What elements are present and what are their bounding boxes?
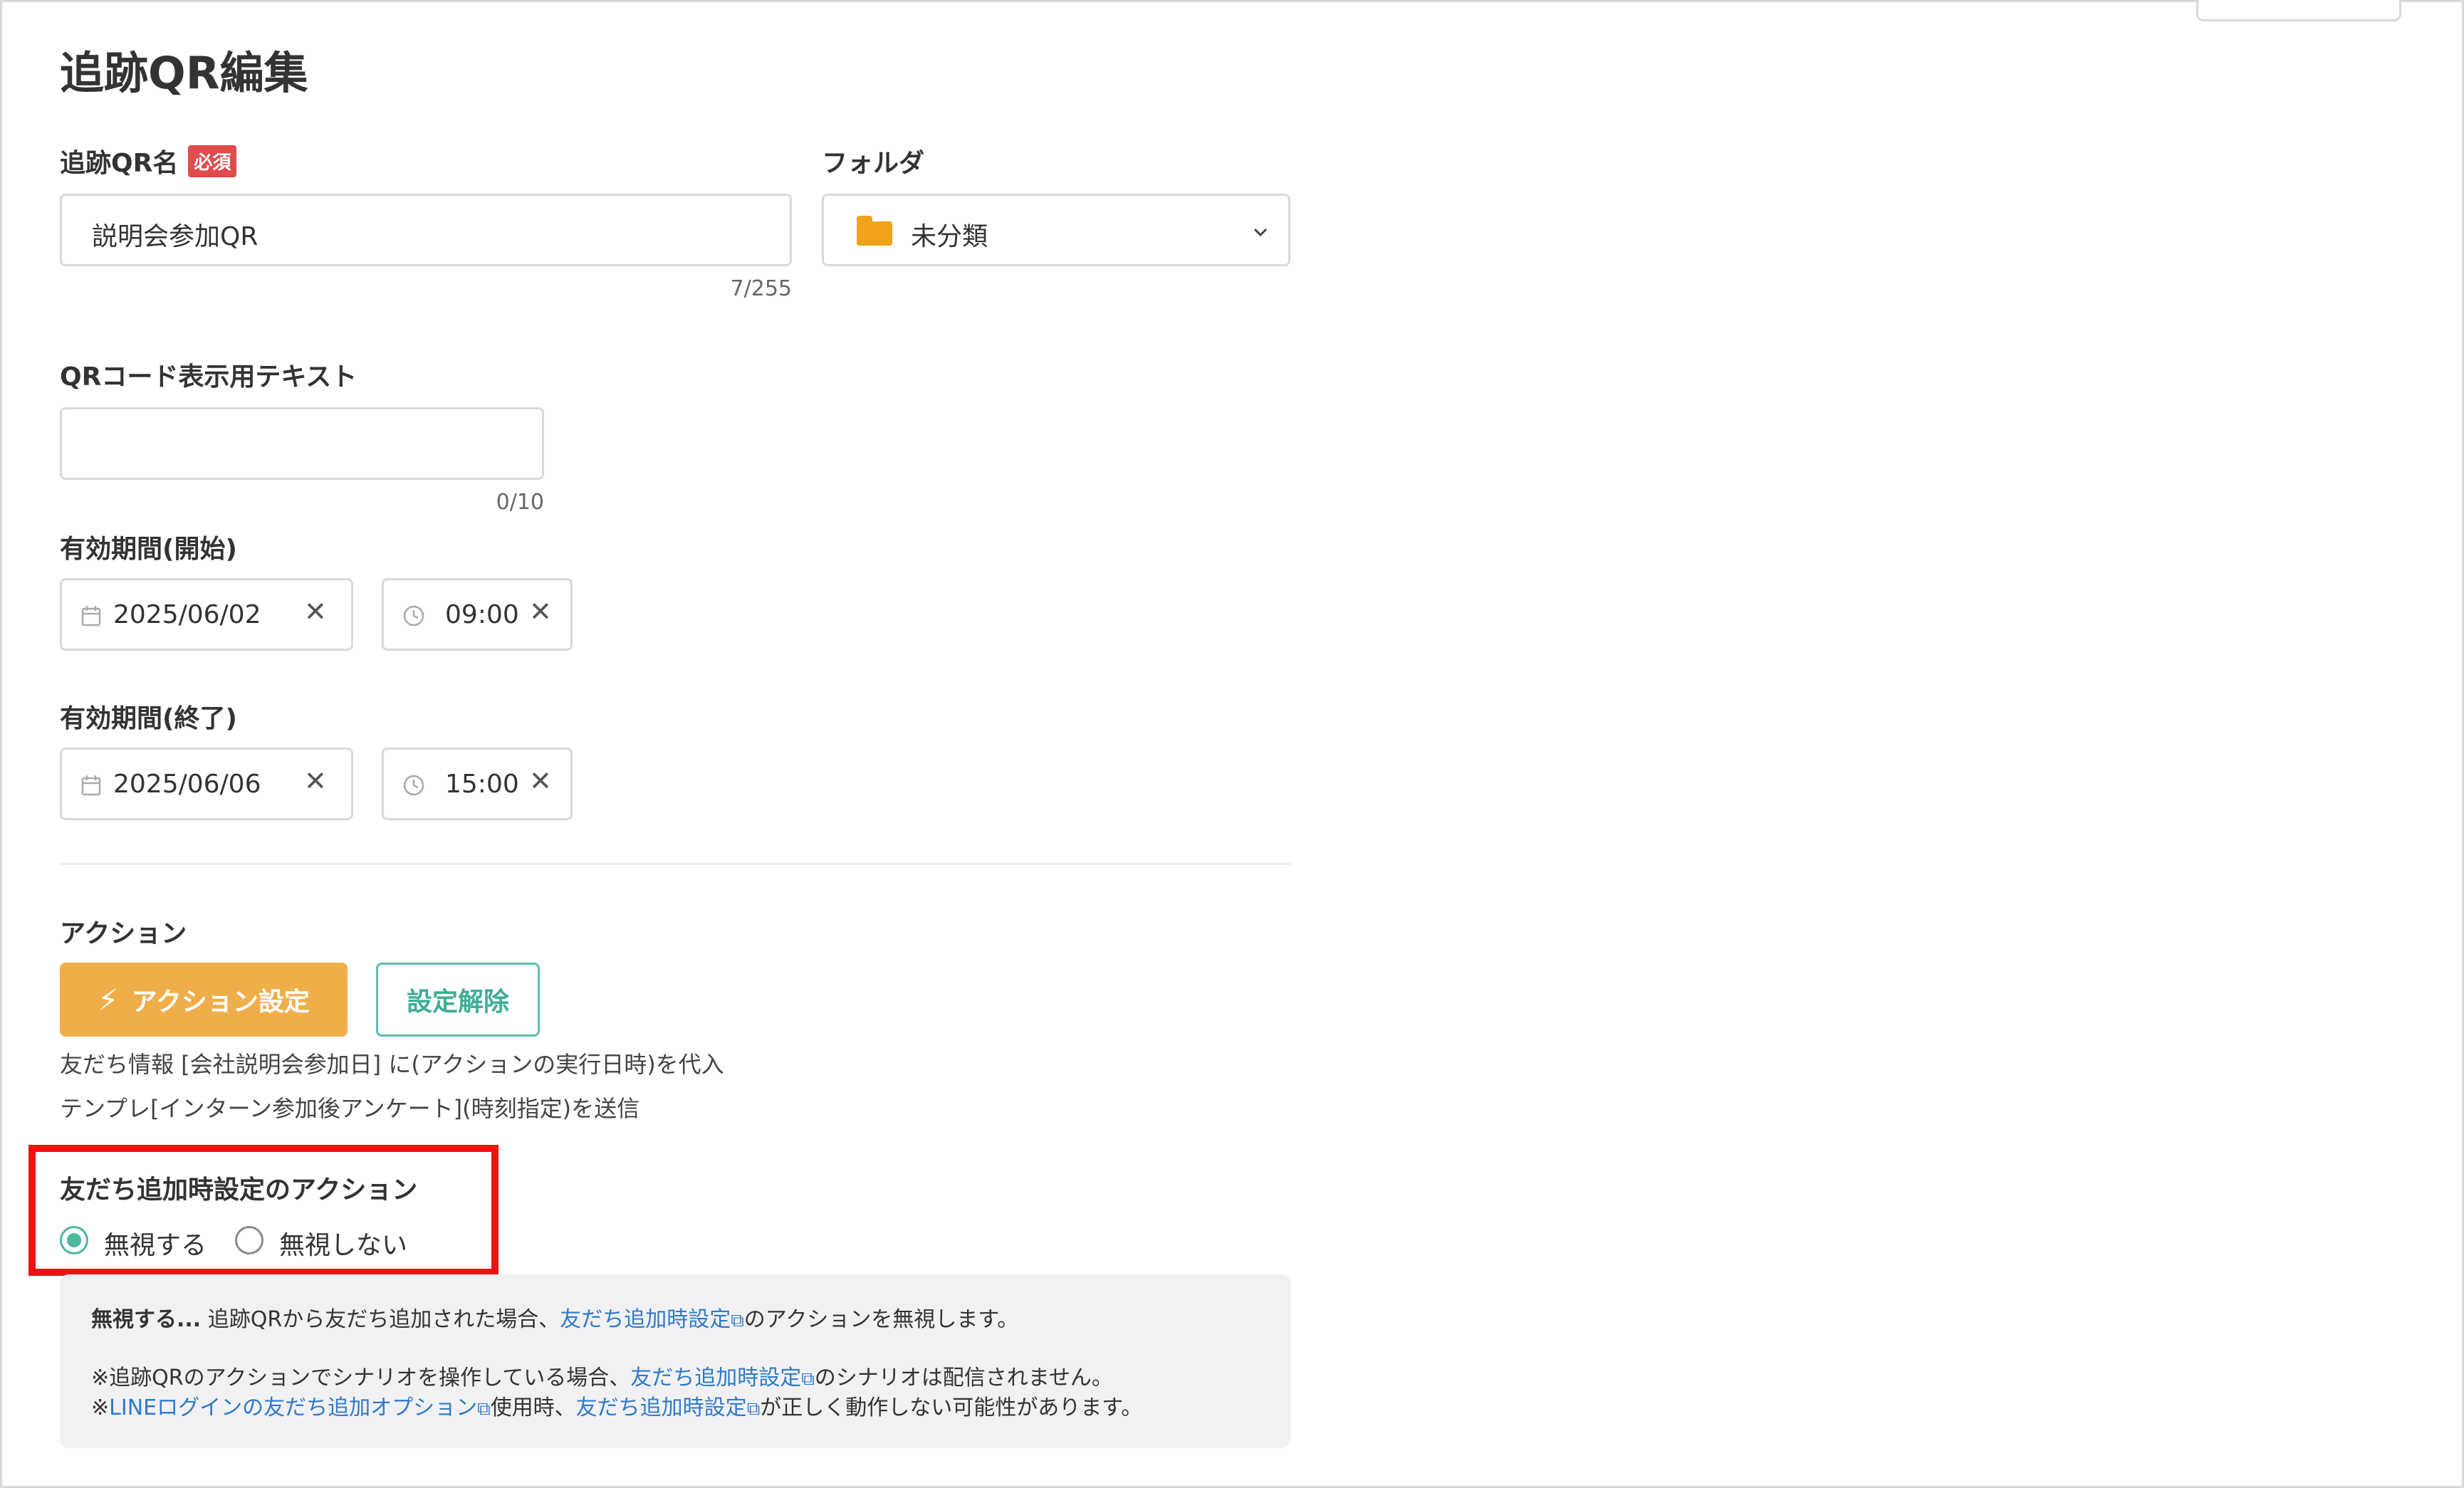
- end-date-value: 2025/06/06: [113, 770, 261, 799]
- period-start-label: 有効期間(開始): [60, 535, 237, 564]
- note-line-3-pre: ※: [91, 1395, 110, 1420]
- qr-name-value: 説明会参加QR: [92, 222, 259, 251]
- external-link-icon: ⧉: [801, 1368, 815, 1390]
- end-time-value: 15:00: [445, 770, 519, 799]
- qr-name-counter: 7/255: [730, 276, 792, 301]
- radio-button-selected[interactable]: [60, 1226, 88, 1254]
- note-line-2-pre: ※追跡QRのアクションでシナリオを操作している場合、: [91, 1366, 631, 1390]
- note-line-2-post: のシナリオは配信されません。: [814, 1366, 1113, 1390]
- note-line-3-post: が正しく動作しない可能性があります。: [760, 1395, 1143, 1420]
- friend-add-action-label: 友だち追加時設定のアクション: [60, 1175, 418, 1205]
- clear-icon[interactable]: ✕: [529, 765, 552, 797]
- clear-icon[interactable]: ✕: [304, 765, 327, 797]
- external-link-icon: ⧉: [746, 1398, 761, 1420]
- action-description-1: 友だち情報 [会社説明会参加日] に(アクションの実行日時)を代入: [60, 1051, 724, 1078]
- clock-icon: [403, 605, 424, 627]
- calendar-icon: [81, 775, 101, 796]
- note-line-1-post: のアクションを無視します。: [743, 1307, 1019, 1332]
- display-text-input[interactable]: [60, 407, 544, 480]
- qr-name-input[interactable]: 説明会参加QR: [60, 194, 792, 266]
- action-label: アクション: [60, 919, 187, 948]
- folder-icon: [857, 216, 892, 246]
- external-link-icon: ⧉: [731, 1310, 744, 1331]
- top-right-button-stub[interactable]: [2196, 0, 2401, 21]
- folder-select[interactable]: 未分類: [822, 194, 1290, 266]
- note-line-2: ※追跡QRのアクションでシナリオを操作している場合、友だち追加時設定⧉のシナリオ…: [91, 1360, 1113, 1391]
- folder-label: フォルダ: [822, 149, 925, 178]
- radio-option-not-ignore[interactable]: 無視しない: [235, 1225, 449, 1260]
- radio-option-ignore[interactable]: 無視する: [60, 1225, 259, 1260]
- note-line-3-mid: 使用時、: [490, 1395, 576, 1420]
- period-end-label: 有効期間(終了): [60, 704, 237, 733]
- clear-settings-button[interactable]: 設定解除: [376, 963, 540, 1037]
- start-time-value: 09:00: [445, 600, 519, 629]
- folder-value: 未分類: [911, 222, 988, 251]
- end-date-picker[interactable]: 2025/06/06 ✕: [60, 748, 353, 820]
- friend-add-settings-link[interactable]: 友だち追加時設定: [576, 1395, 747, 1420]
- friend-add-settings-link[interactable]: 友だち追加時設定: [630, 1366, 801, 1390]
- line-login-option-link[interactable]: LINEログインの友だち追加オプション: [109, 1395, 477, 1420]
- start-date-value: 2025/06/02: [113, 600, 261, 629]
- radio-label-ignore: 無視する: [104, 1231, 207, 1260]
- lightning-icon: ⚡: [98, 982, 119, 1017]
- display-text-counter: 0/10: [496, 490, 544, 515]
- action-settings-button[interactable]: ⚡ アクション設定: [60, 963, 348, 1037]
- clear-icon[interactable]: ✕: [304, 596, 327, 627]
- calendar-icon: [81, 606, 101, 627]
- note-line-1: 無視する... 追跡QRから友だち追加された場合、友だち追加時設定⧉のアクション…: [91, 1301, 1018, 1333]
- qr-name-label-text: 追跡QR名: [60, 149, 179, 178]
- required-badge: 必須: [188, 145, 237, 177]
- start-time-picker[interactable]: 09:00 ✕: [382, 578, 573, 651]
- note-line-3: ※LINEログインの友だち追加オプション⧉使用時、友だち追加時設定⧉が正しく動作…: [91, 1390, 1142, 1421]
- clock-icon: [403, 775, 424, 796]
- section-divider: [60, 863, 1290, 865]
- action-settings-button-label: アクション設定: [131, 987, 310, 1017]
- page-title: 追跡QR編集: [60, 47, 308, 99]
- start-date-picker[interactable]: 2025/06/02 ✕: [60, 578, 353, 651]
- radio-button-unselected[interactable]: [235, 1226, 263, 1254]
- radio-label-not-ignore: 無視しない: [279, 1231, 408, 1260]
- clear-settings-button-label: 設定解除: [406, 987, 509, 1017]
- action-description-2: テンプレ[インターン参加後アンケート](時刻指定)を送信: [60, 1095, 640, 1122]
- display-text-label: QRコード表示用テキスト: [60, 362, 357, 392]
- friend-add-settings-link[interactable]: 友だち追加時設定: [560, 1307, 731, 1332]
- note-line-1-pre: 追跡QRから友だち追加された場合、: [201, 1307, 560, 1332]
- clear-icon[interactable]: ✕: [529, 596, 552, 627]
- chevron-down-icon: [1253, 228, 1268, 237]
- info-note-box: 無視する... 追跡QRから友だち追加された場合、友だち追加時設定⧉のアクション…: [60, 1274, 1290, 1448]
- qr-name-label: 追跡QR名 必須: [60, 142, 237, 179]
- external-link-icon: ⧉: [477, 1398, 491, 1420]
- note-ignore-bold: 無視する...: [91, 1307, 202, 1332]
- end-time-picker[interactable]: 15:00 ✕: [382, 748, 573, 820]
